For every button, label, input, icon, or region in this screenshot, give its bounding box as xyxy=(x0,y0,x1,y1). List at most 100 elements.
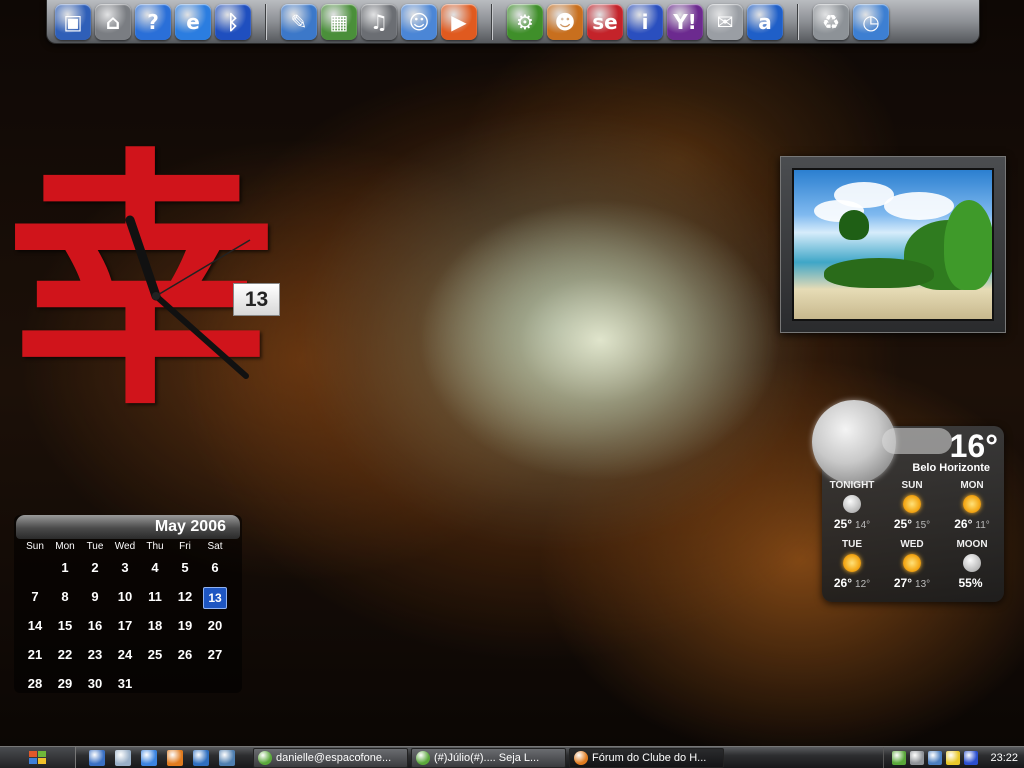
ie-quicklaunch-icon[interactable] xyxy=(141,749,157,766)
calendar-today[interactable]: 13 xyxy=(203,587,227,609)
music-icon[interactable]: ♫ xyxy=(361,3,397,40)
calendar-month-title[interactable]: May 2006 xyxy=(16,515,240,539)
calendar-weekday-label: Sun xyxy=(26,541,44,552)
calendar-day[interactable]: 31 xyxy=(110,671,140,700)
network-tray-icon[interactable] xyxy=(910,750,925,765)
calendar-day[interactable]: 21 xyxy=(20,642,50,671)
calendar-widget[interactable]: May 2006 Sun Mon Tue Wed Thu Fri Sat 1 2 3 4 5 6 7 8 9 1… xyxy=(14,515,242,693)
photo-frame-widget[interactable] xyxy=(780,156,1006,333)
mail-icon[interactable]: ✉ xyxy=(707,3,743,40)
documents-icon[interactable]: ✎ xyxy=(281,3,317,40)
calendar-day[interactable]: 26 xyxy=(170,642,200,671)
window-app-icon xyxy=(416,750,430,765)
forecast-low: 14° xyxy=(855,520,871,531)
beach-photo xyxy=(792,168,994,321)
calendar-day[interactable]: 11 xyxy=(140,584,170,613)
calendar-day[interactable]: 24 xyxy=(110,642,140,671)
clock-center xyxy=(152,292,160,300)
taskbar-window-button[interactable]: (#)Júlio(#).... Seja L... xyxy=(411,747,566,768)
window-title: Fórum do Clube do H... xyxy=(592,751,707,764)
hour-hand xyxy=(125,215,161,301)
calendar-blank xyxy=(20,555,50,584)
calendar-day[interactable]: 20 xyxy=(200,613,230,642)
quick-launch-bar xyxy=(84,749,240,766)
calendar-day[interactable]: 27 xyxy=(200,642,230,671)
se-icon[interactable]: se xyxy=(587,3,623,40)
calendar-day[interactable]: 28 xyxy=(20,671,50,700)
my-computer-icon[interactable]: ▣ xyxy=(55,3,91,40)
calendar-grid: Sun Mon Tue Wed Thu Fri Sat 1 2 3 4 5 6 7 8 9 10 11 12 13 14… xyxy=(20,541,242,700)
calendar-day[interactable]: 6 xyxy=(200,555,230,584)
calendar-day[interactable]: 16 xyxy=(80,613,110,642)
calendar-day[interactable]: 25 xyxy=(140,642,170,671)
weather-widget[interactable]: 16° Belo Horizonte TONIGHT 25° 14° SUN 25° 15… xyxy=(812,400,1004,602)
calendar-day[interactable]: 2 xyxy=(80,555,110,584)
messenger-tray-icon[interactable] xyxy=(892,750,907,765)
bluetooth-icon[interactable]: ᛒ xyxy=(215,3,251,40)
amazon-icon[interactable]: a xyxy=(747,3,783,40)
display-tray-icon[interactable] xyxy=(928,750,943,765)
taskbar-window-button[interactable]: danielle@espacofone... xyxy=(253,747,408,768)
taskbar-clock[interactable]: 23:22 xyxy=(990,752,1018,764)
calendar-day[interactable]: 19 xyxy=(170,613,200,642)
cloud-icon xyxy=(882,428,952,454)
messenger-icon[interactable]: ☺ xyxy=(401,3,437,40)
clock-hands xyxy=(125,215,251,379)
forecast-grid: TONIGHT 25° 14° SUN 25° 15° MON 26° 11° TUE 26° 12°… xyxy=(822,480,1004,596)
forecast-cell: TONIGHT 25° 14° xyxy=(822,480,882,537)
calendar-weekday-label: Wed xyxy=(114,541,136,552)
clock-icon[interactable]: ◷ xyxy=(853,3,889,40)
calendar-day[interactable]: 30 xyxy=(80,671,110,700)
forecast-low: 12° xyxy=(855,579,871,590)
forecast-day: SUN xyxy=(901,480,923,491)
forecast-high: 26° xyxy=(833,576,853,590)
smiley-tray-icon[interactable] xyxy=(946,750,961,765)
calendar-day[interactable]: 23 xyxy=(80,642,110,671)
network-connections-icon[interactable] xyxy=(115,749,131,766)
show-desktop-icon[interactable] xyxy=(89,749,105,766)
calendar-day[interactable]: 3 xyxy=(110,555,140,584)
window-switch-icon[interactable] xyxy=(219,749,235,766)
firefox-quicklaunch-icon[interactable] xyxy=(167,749,183,766)
calendar-day[interactable]: 29 xyxy=(50,671,80,700)
calendar-day[interactable]: 15 xyxy=(50,613,80,642)
calendar-day[interactable]: 17 xyxy=(110,613,140,642)
pictures-icon[interactable]: ▦ xyxy=(321,3,357,40)
network-icon[interactable]: ⌂ xyxy=(95,3,131,40)
recycle-bin-icon[interactable]: ♻ xyxy=(813,3,849,40)
calendar-day[interactable]: 14 xyxy=(20,613,50,642)
window-title: (#)Júlio(#).... Seja L... xyxy=(434,751,540,764)
windows-logo-icon xyxy=(28,750,47,765)
moon-icon xyxy=(963,554,981,572)
info-icon[interactable]: i xyxy=(627,3,663,40)
sun-icon xyxy=(903,554,921,572)
windows-explorer-icon[interactable] xyxy=(193,749,209,766)
forecast-cell: TUE 26° 12° xyxy=(822,539,882,596)
calendar-day[interactable]: 18 xyxy=(140,613,170,642)
yahoo-widgets-icon[interactable]: Y! xyxy=(667,3,703,40)
start-button[interactable] xyxy=(0,746,76,768)
internet-explorer-icon[interactable]: e xyxy=(175,3,211,40)
sun-icon xyxy=(903,495,921,513)
calendar-day[interactable]: 12 xyxy=(170,584,200,613)
forecast-day: MOON xyxy=(956,539,988,550)
window-app-icon xyxy=(258,750,272,765)
settings-gear-icon[interactable]: ⚙ xyxy=(507,3,543,40)
users-icon[interactable]: ☻ xyxy=(547,3,583,40)
calendar-day[interactable]: 1 xyxy=(50,555,80,584)
taskbar-window-button[interactable]: Fórum do Clube do H... xyxy=(569,747,724,768)
calendar-day[interactable]: 8 xyxy=(50,584,80,613)
calendar-day[interactable]: 4 xyxy=(140,555,170,584)
calendar-weekday-label: Thu xyxy=(146,541,164,552)
calendar-day[interactable]: 5 xyxy=(170,555,200,584)
system-tray: 23:22 xyxy=(883,747,1024,768)
forecast-day: TONIGHT xyxy=(829,480,875,491)
media-player-icon[interactable]: ▶ xyxy=(441,3,477,40)
bluetooth-tray-icon[interactable] xyxy=(964,750,979,765)
calendar-day[interactable]: 10 xyxy=(110,584,140,613)
help-icon[interactable]: ? xyxy=(135,3,171,40)
calendar-day[interactable]: 7 xyxy=(20,584,50,613)
calendar-day[interactable]: 9 xyxy=(80,584,110,613)
weather-city: Belo Horizonte xyxy=(912,462,990,474)
calendar-day[interactable]: 22 xyxy=(50,642,80,671)
